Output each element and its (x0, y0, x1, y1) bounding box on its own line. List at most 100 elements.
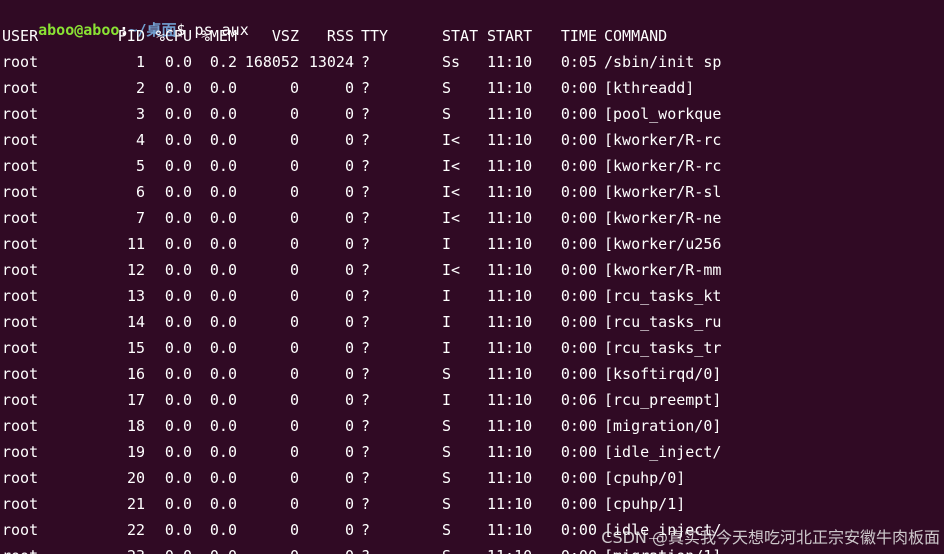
cell-stat: I (442, 287, 452, 305)
cell-pid: 22 (126, 521, 145, 539)
cell-rss: 0 (302, 546, 354, 554)
cell-stat: I (442, 313, 452, 331)
cell-tty: ? (361, 469, 371, 487)
cell-mem: 0.0 (209, 495, 237, 513)
process-row: root 21 0.0 0.0 0 0? S 11:10 0:00 [cpuhp/1] (2, 494, 942, 514)
cell-stat: I< (442, 131, 461, 149)
cell-stat: S (442, 546, 451, 554)
cell-start: 11:10 (487, 417, 533, 435)
cell-user: root (2, 391, 39, 409)
header-user: USER (2, 27, 39, 45)
cell-user: root (2, 495, 39, 513)
cell-pid: 13 (126, 287, 145, 305)
cell-cpu: 0.0 (164, 313, 192, 331)
cell-pid: 3 (135, 105, 145, 123)
header-pid: PID (117, 27, 145, 45)
cell-start: 11:10 (487, 53, 533, 71)
cell-user: root (2, 339, 39, 357)
cell-stat: S (442, 469, 452, 487)
cell-time: 0:00 (560, 261, 597, 279)
cell-user: root (2, 521, 39, 539)
cell-command: [migration/0] (604, 417, 722, 435)
cell-start: 11:10 (487, 339, 533, 357)
cell-cpu: 0.0 (164, 131, 192, 149)
process-row: root 12 0.0 0.0 0 0? I< 11:10 0:00 [kworker/R-mm (2, 260, 942, 280)
cell-rss: 0 (344, 79, 354, 97)
cell-tty: ? (361, 131, 371, 149)
cell-time: 0:00 (560, 79, 597, 97)
header-rss: RSS (326, 27, 354, 45)
cell-tty: ? (361, 546, 370, 554)
cell-user: root (2, 53, 39, 71)
cell-time: 0:00 (560, 469, 597, 487)
cell-tty: ? (361, 443, 371, 461)
cell-start: 11:10 (487, 235, 533, 253)
cell-tty: ? (361, 365, 371, 383)
cell-rss: 0 (344, 209, 354, 227)
cell-command: [cpuhp/0] (604, 469, 686, 487)
cell-time: 0:00 (560, 339, 597, 357)
cell-pid: 21 (126, 495, 145, 513)
cell-cpu: 0.0 (164, 339, 192, 357)
cell-time: 0:00 (560, 417, 597, 435)
cell-stat: S (442, 417, 452, 435)
cell-tty: ? (361, 183, 371, 201)
cell-mem: 0.0 (209, 469, 237, 487)
cell-tty: ? (361, 417, 371, 435)
cell-vsz: 0 (289, 365, 299, 383)
cell-tty: ? (361, 287, 371, 305)
process-row: root 14 0.0 0.0 0 0? I 11:10 0:00 [rcu_tasks_ru (2, 312, 942, 332)
cell-stat: S (442, 79, 452, 97)
cell-vsz: 168052 (244, 53, 299, 71)
cell-command: [rcu_tasks_ru (604, 313, 722, 331)
cell-user: root (2, 365, 39, 383)
cell-mem: 0.0 (209, 417, 237, 435)
cell-vsz: 0 (289, 209, 299, 227)
cell-pid: 11 (126, 235, 145, 253)
cell-tty: ? (361, 391, 371, 409)
cell-mem: 0.0 (209, 209, 237, 227)
cell-command: [kworker/R-ne (604, 209, 722, 227)
cell-stat: I< (442, 157, 461, 175)
process-row: root 20 0.0 0.0 0 0? S 11:10 0:00 [cpuhp/0] (2, 468, 942, 488)
cell-start: 11:10 (487, 443, 533, 461)
cell-stat: I (442, 391, 452, 409)
cell-tty: ? (361, 105, 371, 123)
cell-command: [kworker/R-sl (604, 183, 722, 201)
cell-rss: 0 (344, 261, 354, 279)
cell-vsz: 0 (289, 261, 299, 279)
cell-vsz: 0 (289, 417, 299, 435)
cell-user: root (2, 79, 39, 97)
cell-cpu: 0.0 (164, 183, 192, 201)
cell-start: 11:10 (487, 79, 533, 97)
cell-mem: 0.0 (209, 79, 237, 97)
cell-rss: 0 (344, 131, 354, 149)
process-row: root 4 0.0 0.0 0 0? I< 11:10 0:00 [kworker/R-rc (2, 130, 942, 150)
cell-mem: 0.0 (209, 235, 237, 253)
header-time: TIME (560, 27, 597, 45)
cell-mem: 0.0 (209, 521, 237, 539)
cell-tty: ? (361, 209, 371, 227)
cell-stat: I (442, 235, 452, 253)
cell-start: 11:10 (487, 105, 533, 123)
process-row: root 5 0.0 0.0 0 0? I< 11:10 0:00 [kworker/R-rc (2, 156, 942, 176)
cell-stat: S (442, 105, 452, 123)
ps-header-row: USER PID %CPU %MEM VSZ RSS TTY STAT STAR… (2, 26, 942, 46)
cell-cpu: 0.0 (164, 157, 192, 175)
cell-rss: 0 (344, 469, 354, 487)
cell-vsz: 0 (289, 183, 299, 201)
cell-rss: 0 (344, 105, 354, 123)
process-row: root 13 0.0 0.0 0 0? I 11:10 0:00 [rcu_tasks_kt (2, 286, 942, 306)
cell-time: 0:00 (560, 287, 597, 305)
cell-start: 11:10 (487, 546, 532, 554)
terminal-window[interactable]: aboo@aboo:~/桌面$ ps aux USER PID %CPU %ME… (0, 0, 944, 554)
cell-cpu: 0.0 (164, 209, 192, 227)
cell-rss: 0 (344, 521, 354, 539)
cell-mem: 0.0 (209, 105, 237, 123)
cell-user: root (2, 443, 39, 461)
header-mem: %MEM (200, 27, 237, 45)
cell-rss: 0 (344, 157, 354, 175)
cell-pid: 6 (135, 183, 145, 201)
cell-user: root (2, 157, 39, 175)
cell-command: [rcu_preempt] (604, 391, 722, 409)
